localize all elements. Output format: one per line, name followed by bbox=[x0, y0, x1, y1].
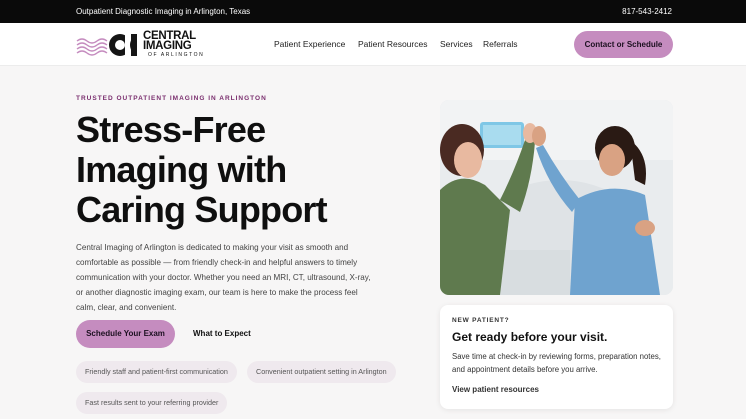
phone-link[interactable]: 817-543-2412 bbox=[622, 7, 672, 16]
photo-illustration bbox=[440, 100, 673, 295]
patient-high-five-photo bbox=[440, 100, 673, 295]
nav-patient-experience[interactable]: Patient Experience bbox=[274, 39, 345, 49]
brand-name: CENTRAL IMAGING bbox=[143, 30, 196, 52]
new-patient-card: NEW PATIENT? Get ready before your visit… bbox=[440, 305, 673, 409]
location-tagline: Outpatient Diagnostic Imaging in Arlingt… bbox=[76, 7, 251, 16]
hero-headline-line2: Imaging with bbox=[76, 149, 287, 190]
hero-headline-line3: Caring Support bbox=[76, 189, 328, 230]
hero-description: Central Imaging of Arlington is dedicate… bbox=[76, 243, 371, 312]
feature-chip-results: Fast results sent to your referring prov… bbox=[76, 392, 228, 414]
feature-chip-staff: Friendly staff and patient-first communi… bbox=[76, 361, 237, 383]
card-eyebrow: NEW PATIENT? bbox=[452, 317, 510, 324]
feature-chip-location: Convenient outpatient setting in Arlingt… bbox=[247, 361, 396, 383]
top-bar: Outpatient Diagnostic Imaging in Arlingt… bbox=[0, 0, 746, 23]
card-title: Get ready before your visit. bbox=[452, 330, 608, 344]
nav-referrals[interactable]: Referrals bbox=[483, 39, 517, 49]
brand-name-line2: IMAGING bbox=[143, 40, 192, 52]
brand-logo[interactable]: CENTRAL IMAGING OF ARLINGTON bbox=[76, 30, 211, 60]
brand-logo-mark-icon bbox=[76, 34, 137, 56]
brand-subtitle: OF ARLINGTON bbox=[148, 52, 205, 58]
nav-patient-resources[interactable]: Patient Resources bbox=[358, 39, 427, 49]
hero-eyebrow: TRUSTED OUTPATIENT IMAGING IN ARLINGTON bbox=[76, 95, 267, 102]
view-patient-resources-link[interactable]: View patient resources bbox=[452, 385, 539, 394]
site-header: CENTRAL IMAGING OF ARLINGTON Patient Exp… bbox=[0, 23, 746, 66]
contact-schedule-button[interactable]: Contact or Schedule bbox=[574, 31, 673, 58]
schedule-exam-button[interactable]: Schedule Your Exam bbox=[76, 320, 175, 348]
hero-headline: Stress-Free Imaging with Caring Support bbox=[76, 110, 406, 230]
nav-services[interactable]: Services bbox=[440, 39, 473, 49]
what-to-expect-link[interactable]: What to Expect bbox=[193, 329, 251, 338]
card-body: Save time at check-in by reviewing forms… bbox=[452, 352, 661, 374]
hero-headline-line1: Stress-Free bbox=[76, 109, 266, 150]
